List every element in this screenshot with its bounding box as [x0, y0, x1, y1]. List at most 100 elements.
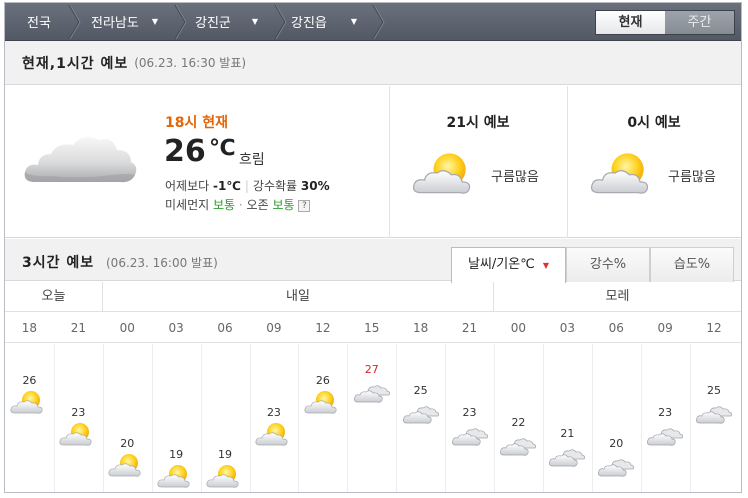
- forecast-condition: 구름많음: [491, 170, 539, 185]
- cloudy-icon: [500, 438, 537, 456]
- current-time-label: 18시 현재: [165, 115, 228, 131]
- cloudy-icon: [598, 459, 635, 477]
- day-today: 오늘: [5, 282, 103, 312]
- temperature-value: 20: [120, 437, 135, 451]
- forecast-point: 19: [152, 448, 200, 490]
- forecast-point: 23: [54, 406, 102, 448]
- breadcrumb-county[interactable]: 강진군 ▼: [195, 3, 258, 40]
- hour-label: 18: [21, 321, 38, 335]
- forecast-point: 23: [641, 406, 689, 448]
- partly-cloudy-icon: [590, 152, 649, 194]
- section-title: 3시간 예보: [22, 255, 95, 271]
- yesterday-diff: -1℃: [213, 179, 241, 193]
- yesterday-label: 어제보다: [165, 179, 210, 193]
- temperature-value: 23: [71, 405, 86, 419]
- day-tomorrow: 내일: [103, 282, 494, 312]
- fine-dust-label: 미세먼지: [165, 198, 210, 212]
- hour-label: 03: [168, 321, 184, 335]
- cloudy-icon: [696, 406, 733, 424]
- breadcrumb-separator: [173, 5, 187, 39]
- caret-down-icon: ▼: [151, 17, 158, 26]
- hour-label: 21: [70, 321, 86, 335]
- column-gridline: [298, 344, 300, 492]
- temperature-unit: ℃: [209, 136, 236, 161]
- air-quality-row: 미세먼지 보통 · 오존 보통 ?: [165, 196, 311, 213]
- hour-label: 06: [217, 321, 233, 335]
- current-condition: 흐림: [239, 152, 265, 168]
- hour-label: 00: [119, 321, 135, 335]
- tab-precipitation[interactable]: 강수%: [566, 247, 650, 282]
- temperature-value: 21: [560, 426, 575, 440]
- breadcrumb-label: 전라남도: [91, 16, 139, 31]
- forecast-point: 20: [103, 437, 151, 479]
- temperature-value: 23: [266, 405, 281, 419]
- temperature-value: 26: [315, 373, 330, 387]
- cloudy-icon: [353, 385, 390, 403]
- ozone-label: 오존: [246, 198, 269, 212]
- temperature-value: 22: [511, 416, 526, 430]
- cloudy-icon: [451, 427, 488, 446]
- section-title: 현재,1시간 예보: [22, 55, 129, 72]
- forecast-point: 25: [397, 384, 445, 426]
- hour-label: 09: [657, 321, 673, 335]
- day-header-row: 오늘 내일 모레: [5, 282, 741, 312]
- current-weather-panel: 18시 현재 26 ℃ 흐림 어제보다 -1℃ | 강수확률 30% 미세먼지 보통…: [5, 86, 741, 238]
- forecast-0h: 0시 예보 구름많음: [567, 86, 741, 238]
- location-nav-bar: 전국 전라남도 ▼ 강진군 ▼ 강진읍 ▼ 현재 주간: [5, 3, 741, 41]
- temperature-value: 19: [218, 448, 233, 461]
- breadcrumb-nation[interactable]: 전국: [27, 3, 51, 40]
- partly-cloudy-icon: [412, 152, 471, 194]
- partly-cloudy-icon: [304, 390, 337, 414]
- cloudy-icon: [647, 427, 684, 446]
- current-details-row: 어제보다 -1℃ | 강수확률 30%: [165, 179, 330, 193]
- hour-label: 00: [510, 321, 527, 335]
- temperature-value: 23: [462, 405, 477, 419]
- hour-label: 06: [608, 321, 624, 335]
- forecast-point: 26: [299, 374, 347, 416]
- partly-cloudy-icon: [10, 390, 43, 414]
- rain-probability-value: 30%: [300, 179, 330, 193]
- hour-label: 12: [315, 321, 331, 335]
- forecast-point: 23: [250, 406, 298, 448]
- hour-header-row: 18 21 00 03 06 09 12 15 18 21 00 03 06 09 12: [5, 313, 741, 343]
- breadcrumb-separator: [371, 5, 385, 39]
- column-gridline: [542, 344, 544, 492]
- hour-label: 03: [559, 321, 575, 335]
- temperature-value: 26: [22, 373, 37, 387]
- forecast-condition: 구름많음: [668, 170, 716, 185]
- ozone-value: 보통: [272, 198, 295, 212]
- forecast-point: 25: [690, 384, 738, 426]
- day-after-tomorrow: 모레: [605, 289, 630, 304]
- tab-current[interactable]: 현재: [596, 11, 665, 34]
- breadcrumb-label: 강진읍: [291, 16, 327, 31]
- weather-widget: 전국 전라남도 ▼ 강진군 ▼ 강진읍 ▼ 현재 주간 현재,1시간 예보 (0…: [4, 2, 742, 493]
- partly-cloudy-icon: [255, 422, 288, 446]
- current-temperature: 26: [164, 134, 206, 169]
- hour-label: 18: [412, 321, 429, 335]
- three-hour-temperature-chart: 26 23 20 19 19 23 26 27 25 23 22 21 20 23 25: [5, 344, 741, 492]
- forecast-title: 21시 예보: [446, 115, 510, 131]
- temperature-value: 25: [413, 384, 428, 398]
- cloudy-icon: [24, 136, 137, 183]
- hour-label: 12: [706, 321, 722, 335]
- fine-dust-value: 보통: [213, 198, 236, 212]
- breadcrumb-label: 강진군: [195, 16, 231, 31]
- breadcrumb-town[interactable]: 강진읍 ▼: [291, 3, 357, 40]
- forecast-point: 19: [201, 448, 249, 490]
- current-section-header: 현재,1시간 예보 (06.23. 16:30 발표): [5, 41, 741, 85]
- help-icon[interactable]: ?: [298, 199, 311, 212]
- breadcrumb-label: 전국: [27, 16, 51, 31]
- forecast-point: 20: [592, 437, 640, 479]
- breadcrumb-separator: [273, 5, 287, 39]
- caret-down-icon: ▼: [251, 17, 259, 26]
- breadcrumb-province[interactable]: 전라남도 ▼: [91, 3, 158, 40]
- rain-probability-label: 강수확률: [252, 179, 298, 193]
- forecast-21h: 21시 예보 구름많음: [389, 86, 567, 238]
- cloudy-icon: [402, 406, 439, 424]
- tab-humidity[interactable]: 습도%: [650, 247, 734, 282]
- forecast-point: 21: [543, 427, 591, 469]
- tab-weather-temp[interactable]: 날씨/기온℃ ▼: [451, 247, 566, 283]
- tab-weekly[interactable]: 주간: [665, 11, 734, 34]
- caret-down-icon: ▼: [350, 17, 358, 26]
- temperature-value: 23: [658, 405, 673, 419]
